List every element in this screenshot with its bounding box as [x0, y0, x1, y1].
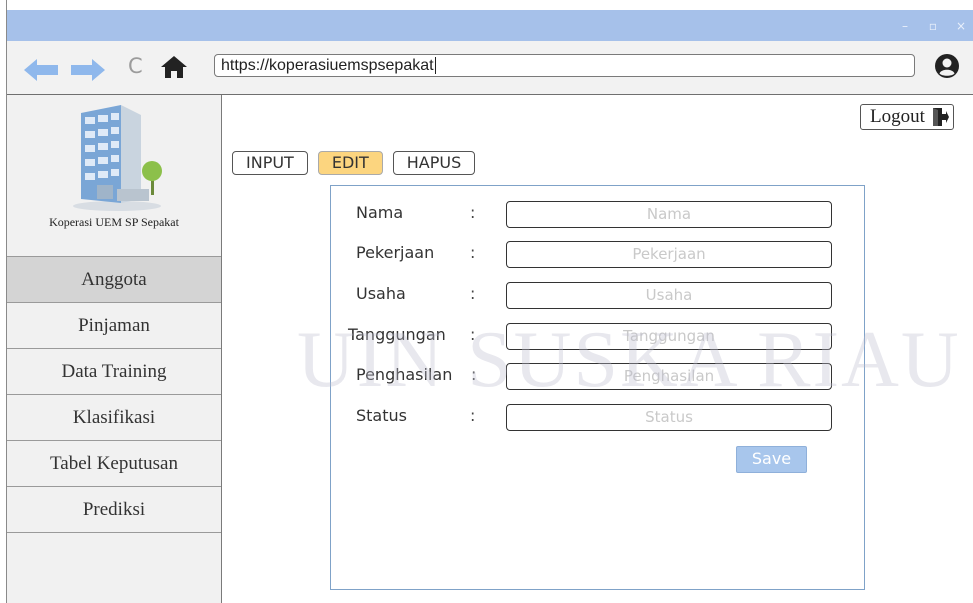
close-icon[interactable]: × — [954, 19, 968, 33]
sidebar-item-anggota[interactable]: Anggota — [7, 256, 221, 302]
field-label-penghasilan: Penghasilan — [356, 365, 453, 384]
sidebar-item-prediksi[interactable]: Prediksi — [7, 486, 221, 533]
browser-window: – ▫ × C https://koperasiuemspsepakat Kop… — [6, 0, 973, 603]
tanggungan-input[interactable]: Tanggungan — [506, 323, 832, 350]
save-button[interactable]: Save — [736, 446, 807, 473]
field-label-pekerjaan: Pekerjaan — [356, 243, 435, 262]
arrow-right-icon[interactable] — [69, 59, 105, 81]
main-content: Logout INPUT EDIT HAPUS Nama : Nama Peke… — [222, 95, 973, 603]
field-colon: : — [470, 406, 476, 425]
form-row-usaha: Usaha : Usaha — [331, 282, 864, 310]
door-exit-icon — [932, 108, 949, 126]
form-row-nama: Nama : Nama — [331, 201, 864, 229]
logout-button[interactable]: Logout — [860, 104, 954, 130]
maximize-icon[interactable]: ▫ — [926, 19, 940, 33]
form-row-status: Status : Status — [331, 404, 864, 432]
text-cursor — [434, 57, 436, 75]
edit-form: Nama : Nama Pekerjaan : Pekerjaan Usaha … — [330, 185, 865, 590]
form-row-penghasilan: Penghasilan : Penghasilan — [331, 363, 864, 391]
tab-input[interactable]: INPUT — [232, 151, 308, 175]
tab-hapus[interactable]: HAPUS — [392, 151, 476, 175]
sidebar-item-klasifikasi[interactable]: Klasifikasi — [7, 394, 221, 440]
user-circle-icon[interactable] — [935, 54, 959, 78]
tab-edit[interactable]: EDIT — [317, 151, 383, 175]
field-label-tanggungan: Tanggungan — [348, 325, 446, 344]
arrow-left-icon[interactable] — [24, 59, 60, 81]
sidebar-item-pinjaman[interactable]: Pinjaman — [7, 302, 221, 348]
pekerjaan-input[interactable]: Pekerjaan — [506, 241, 832, 268]
field-colon: : — [470, 284, 476, 303]
field-label-nama: Nama — [356, 203, 404, 222]
form-row-tanggungan: Tanggungan : Tanggungan — [331, 323, 864, 351]
building-logo-icon — [73, 105, 162, 211]
field-label-usaha: Usaha — [356, 284, 406, 303]
nama-input[interactable]: Nama — [506, 201, 832, 228]
url-text: https://koperasiuemspsepakat — [221, 57, 434, 74]
reload-icon[interactable]: C — [128, 54, 143, 78]
brand-name: Koperasi UEM SP Sepakat — [49, 215, 179, 229]
sidebar-item-tabel-keputusan[interactable]: Tabel Keputusan — [7, 440, 221, 486]
field-colon: : — [470, 325, 476, 344]
url-bar[interactable]: https://koperasiuemspsepakat — [214, 54, 915, 77]
field-label-status: Status — [356, 406, 407, 425]
title-bar: – ▫ × — [7, 10, 973, 41]
status-input[interactable]: Status — [506, 404, 832, 431]
logout-label: Logout — [870, 106, 925, 127]
field-colon: : — [470, 243, 476, 262]
field-colon: : — [470, 203, 476, 222]
sidebar-item-data-training[interactable]: Data Training — [7, 348, 221, 394]
usaha-input[interactable]: Usaha — [506, 282, 832, 309]
home-icon[interactable] — [161, 56, 187, 78]
sidebar: Koperasi UEM SP Sepakat Anggota Pinjaman… — [7, 95, 222, 603]
browser-toolbar: C https://koperasiuemspsepakat — [7, 41, 973, 95]
minimize-icon[interactable]: – — [898, 19, 912, 33]
action-tabs: INPUT EDIT HAPUS — [232, 151, 476, 175]
window-controls: – ▫ × — [898, 10, 968, 41]
form-row-pekerjaan: Pekerjaan : Pekerjaan — [331, 241, 864, 269]
penghasilan-input[interactable]: Penghasilan — [506, 363, 832, 390]
field-colon: : — [471, 365, 477, 384]
sidebar-menu: Anggota Pinjaman Data Training Klasifika… — [7, 256, 221, 533]
